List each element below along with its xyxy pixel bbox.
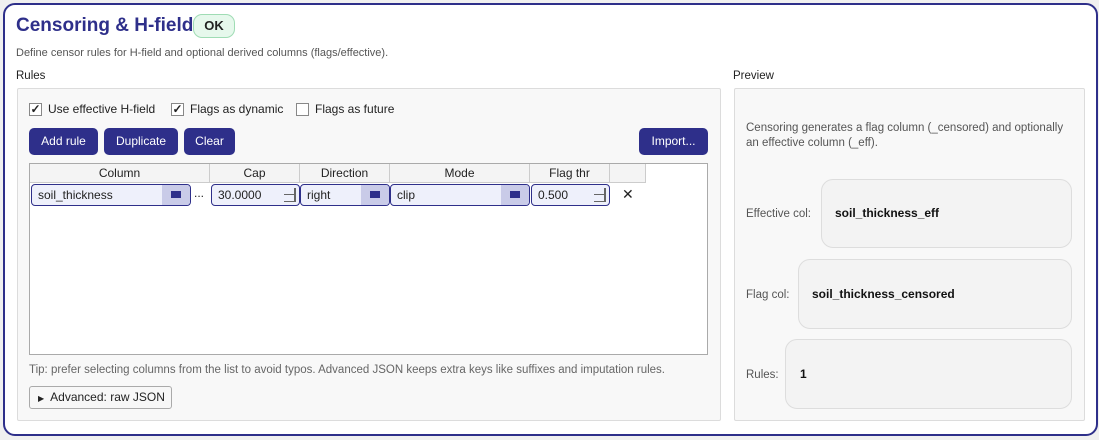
header-column: Column [30,164,210,183]
header-mode: Mode [390,164,530,183]
column-value: soil_thickness [38,188,113,202]
rules-count-value: 1 [785,339,1072,409]
tip-text: Tip: prefer selecting columns from the l… [29,364,665,376]
checkbox-label: Flags as future [315,102,395,116]
effective-col-label: Effective col: [746,208,811,220]
preview-description: Censoring generates a flag column (_cens… [746,122,1064,149]
direction-select[interactable]: right [300,184,390,206]
dropdown-icon[interactable] [501,185,529,205]
more-button[interactable]: ... [194,186,204,200]
effective-col-value: soil_thickness_eff [821,179,1072,248]
flag-col-label: Flag col: [746,289,790,301]
status-badge: OK [193,14,235,38]
column-select[interactable]: soil_thickness [31,184,191,206]
duplicate-button[interactable]: Duplicate [104,128,178,155]
header-cap: Cap [210,164,300,183]
remove-rule-icon[interactable]: ✕ [622,186,634,203]
mode-value: clip [397,188,416,202]
flag-thr-input[interactable]: 0.500 [531,184,610,206]
flags-dynamic-checkbox[interactable]: ✓ Flags as dynamic [171,102,283,116]
page-subtitle: Define censor rules for H-field and opti… [16,47,389,59]
checkbox-checked[interactable]: ✓ [171,102,184,116]
flag-thr-value: 0.500 [538,188,569,202]
advanced-json-toggle[interactable]: ▶ Advanced: raw JSON [29,386,172,409]
preview-label: Preview [733,70,774,82]
use-effective-checkbox[interactable]: ✓ Use effective H-field [29,102,155,116]
triangle-right-icon: ▶ [38,394,45,403]
checkbox-label: Use effective H-field [48,102,156,116]
cap-input[interactable]: 30.0000 [211,184,300,206]
add-rule-button[interactable]: Add rule [29,128,98,155]
rules-table: Column Cap Direction Mode Flag thr soil_… [29,163,708,355]
checkbox-unchecked[interactable] [296,102,309,116]
import-button[interactable]: Import... [639,128,708,155]
checkbox-label: Flags as dynamic [190,102,284,116]
mode-select[interactable]: clip [390,184,530,206]
header-flag-thr: Flag thr [530,164,610,183]
cap-value: 30.0000 [218,188,262,202]
advanced-label: Advanced: raw JSON [50,390,165,404]
dropdown-icon[interactable] [361,185,389,205]
header-direction: Direction [300,164,390,183]
clear-button[interactable]: Clear [184,128,235,155]
spinner-icon[interactable] [594,188,606,202]
rules-count-label: Rules: [746,369,779,381]
header-actions [610,164,646,183]
direction-value: right [307,188,331,202]
flags-future-checkbox[interactable]: Flags as future [296,102,394,116]
dropdown-icon[interactable] [162,185,190,205]
rules-label: Rules [16,70,46,82]
checkbox-checked[interactable]: ✓ [29,102,42,116]
spinner-icon[interactable] [284,188,296,202]
page-title: Censoring & H-field [16,15,194,36]
flag-col-value: soil_thickness_censored [798,259,1072,329]
